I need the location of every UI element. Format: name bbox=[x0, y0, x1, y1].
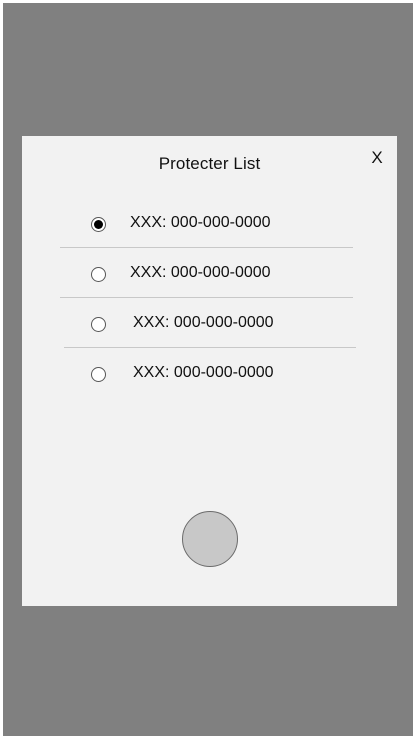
dialog-title: Protecter List bbox=[158, 154, 261, 173]
protector-label: XXX: 000-000-0000 bbox=[133, 314, 274, 331]
modal-backdrop[interactable]: Protecter List X XXX: 000-000-0000 XXX: … bbox=[3, 3, 413, 736]
radio-button[interactable] bbox=[91, 317, 106, 332]
protector-row[interactable]: XXX: 000-000-0000 bbox=[22, 348, 397, 398]
radio-button[interactable] bbox=[91, 367, 106, 382]
close-button[interactable]: X bbox=[367, 147, 387, 169]
protector-row[interactable]: XXX: 000-000-0000 bbox=[22, 298, 397, 348]
protector-row[interactable]: XXX: 000-000-0000 bbox=[22, 198, 397, 248]
protector-row[interactable]: XXX: 000-000-0000 bbox=[22, 248, 397, 298]
protector-list-dialog: Protecter List X XXX: 000-000-0000 XXX: … bbox=[22, 136, 397, 606]
protector-list: XXX: 000-000-0000 XXX: 000-000-0000 XXX:… bbox=[22, 198, 397, 398]
confirm-button[interactable] bbox=[182, 511, 238, 567]
protector-label: XXX: 000-000-0000 bbox=[130, 264, 271, 281]
protector-label: XXX: 000-000-0000 bbox=[133, 364, 274, 381]
protector-label: XXX: 000-000-0000 bbox=[130, 214, 271, 231]
radio-button[interactable] bbox=[91, 217, 106, 232]
radio-button[interactable] bbox=[91, 267, 106, 282]
